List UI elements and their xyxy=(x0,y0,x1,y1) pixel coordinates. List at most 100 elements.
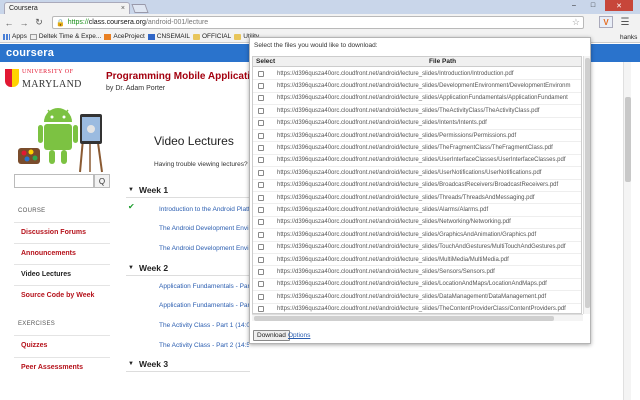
file-path: https://d396qusza40orc.cloudfront.net/an… xyxy=(277,169,542,176)
file-checkbox[interactable] xyxy=(258,107,264,114)
week-1-header[interactable]: ▼ Week 1 xyxy=(126,183,250,198)
dialog-horizontal-scrollbar-thumb[interactable] xyxy=(254,316,554,321)
page-scrollbar-thumb[interactable] xyxy=(625,97,631,182)
bookmark-cnsemail[interactable]: CNSEMAIL xyxy=(147,33,190,40)
bookmark-official[interactable]: OFFICIAL xyxy=(193,33,231,40)
week-2-header[interactable]: ▼ Week 2 xyxy=(126,261,250,276)
file-checkbox[interactable] xyxy=(258,70,264,77)
file-checkbox[interactable] xyxy=(258,269,264,276)
sidebar-item-peer-assessments[interactable]: Peer Assessments xyxy=(14,357,110,376)
minimize-icon[interactable]: – xyxy=(565,0,583,11)
options-link[interactable]: Options xyxy=(288,332,310,339)
lecture-link[interactable]: The Activity Class - Part 2 (14:5 xyxy=(159,342,249,349)
week-3-header[interactable]: ▼ Week 3 xyxy=(126,357,250,372)
lecture-link[interactable]: The Android Development Envir xyxy=(159,245,249,252)
lecture-link[interactable]: The Activity Class - Part 1 (14:0 xyxy=(159,322,249,329)
extension-icon[interactable]: V xyxy=(599,16,613,28)
page-scrollbar[interactable] xyxy=(623,62,631,400)
week-label: Week 2 xyxy=(138,263,169,273)
file-checkbox[interactable] xyxy=(258,293,264,300)
bookmark-deltek[interactable]: Deltek Time & Expe... xyxy=(29,33,101,40)
sidebar-item-discussion-forums[interactable]: Discussion Forums xyxy=(14,222,110,241)
back-arrow-icon[interactable]: ← xyxy=(3,17,15,29)
bookmark-label: AceProject xyxy=(113,33,145,40)
new-tab-button[interactable] xyxy=(131,4,149,13)
file-path: https://d396qusza40orc.cloudfront.net/an… xyxy=(277,256,509,263)
file-table-header: Select File Path xyxy=(253,57,581,67)
file-checkbox[interactable] xyxy=(258,169,264,176)
file-checkbox[interactable] xyxy=(258,306,264,313)
file-path: https://d396qusza40orc.cloudfront.net/an… xyxy=(277,83,571,90)
lock-icon: 🔒 xyxy=(56,19,65,27)
file-checkbox[interactable] xyxy=(258,194,264,201)
file-path: https://d396qusza40orc.cloudfront.net/an… xyxy=(277,157,566,164)
file-checkbox[interactable] xyxy=(258,157,264,164)
sidebar-item-video-lectures[interactable]: Video Lectures xyxy=(14,264,110,283)
file-path: https://d396qusza40orc.cloudfront.net/an… xyxy=(277,132,517,139)
file-row: https://d396qusza40orc.cloudfront.net/an… xyxy=(253,118,581,130)
file-checkbox[interactable] xyxy=(258,145,264,152)
folder-icon xyxy=(234,33,242,40)
file-checkbox[interactable] xyxy=(258,231,264,238)
file-row: https://d396qusza40orc.cloudfront.net/an… xyxy=(253,266,581,279)
forward-arrow-icon[interactable]: → xyxy=(18,17,30,29)
browser-tab[interactable]: Coursera × xyxy=(4,2,130,14)
bookmark-label: CNSEMAIL xyxy=(156,33,190,40)
browser-toolbar: ← → ↻ 🔒 https://class.coursera.org/andro… xyxy=(0,14,640,31)
week-label: Week 1 xyxy=(138,185,169,195)
file-checkbox[interactable] xyxy=(258,132,264,139)
lecture-link[interactable]: The Android Development Envir xyxy=(159,225,249,232)
file-row: https://d396qusza40orc.cloudfront.net/an… xyxy=(253,242,581,254)
file-checkbox[interactable] xyxy=(258,95,264,102)
reload-icon[interactable]: ↻ xyxy=(33,17,45,29)
file-checkbox[interactable] xyxy=(258,256,264,263)
lecture-link[interactable]: Introduction to the Android Platf xyxy=(159,206,249,213)
week-label: Week 3 xyxy=(138,359,169,369)
file-row: https://d396qusza40orc.cloudfront.net/an… xyxy=(253,180,581,192)
file-checkbox[interactable] xyxy=(258,207,264,214)
tab-close-icon[interactable]: × xyxy=(121,5,125,12)
dialog-vertical-scrollbar-thumb[interactable] xyxy=(585,58,590,308)
file-checkbox[interactable] xyxy=(258,281,264,288)
file-row: https://d396qusza40orc.cloudfront.net/an… xyxy=(253,254,581,267)
search-input[interactable] xyxy=(14,174,94,188)
lecture-link[interactable]: Application Fundamentals - Part xyxy=(159,302,249,309)
maximize-icon[interactable]: □ xyxy=(584,0,602,11)
bookmark-apps[interactable]: Apps xyxy=(3,33,27,40)
sidebar-item-quizzes[interactable]: Quizzes xyxy=(14,335,110,354)
bookmark-aceproject[interactable]: AceProject xyxy=(104,33,145,40)
url-path: /android-001/lecture xyxy=(145,19,209,26)
window-close-icon[interactable]: ✕ xyxy=(605,0,633,11)
url-domain: class.coursera.org xyxy=(88,19,146,26)
file-checkbox[interactable] xyxy=(258,182,264,189)
bookmarks-overflow[interactable]: hanks xyxy=(620,31,637,43)
download-button[interactable]: Download xyxy=(253,330,290,341)
dialog-horizontal-scrollbar[interactable] xyxy=(252,314,583,321)
file-checkbox[interactable] xyxy=(258,219,264,226)
blue-square-icon xyxy=(147,33,155,40)
tab-title: Coursera xyxy=(9,5,38,12)
file-path: https://d396qusza40orc.cloudfront.net/an… xyxy=(277,95,568,102)
file-path: https://d396qusza40orc.cloudfront.net/an… xyxy=(277,244,566,251)
university-logo[interactable]: UNIVERSITY OF MARYLAND xyxy=(5,69,97,93)
file-path: https://d396qusza40orc.cloudfront.net/an… xyxy=(277,269,495,276)
file-checkbox[interactable] xyxy=(258,83,264,90)
dialog-prompt: Select the files you would like to downl… xyxy=(254,42,378,49)
address-bar[interactable]: 🔒 https://class.coursera.org/android-001… xyxy=(52,16,584,29)
sidebar-item-source-code[interactable]: Source Code by Week xyxy=(14,285,110,304)
file-row: https://d396qusza40orc.cloudfront.net/an… xyxy=(253,304,581,313)
sidebar-item-announcements[interactable]: Announcements xyxy=(14,243,110,262)
file-row: https://d396qusza40orc.cloudfront.net/an… xyxy=(253,142,581,155)
file-checkbox[interactable] xyxy=(258,244,264,251)
bookmark-star-icon[interactable]: ☆ xyxy=(572,17,580,28)
search-icon[interactable]: Q xyxy=(94,174,110,188)
browser-menu-icon[interactable]: ☰ xyxy=(618,16,632,28)
dialog-vertical-scrollbar[interactable] xyxy=(583,56,590,314)
file-path: https://d396qusza40orc.cloudfront.net/an… xyxy=(277,231,537,238)
file-checkbox[interactable] xyxy=(258,120,264,127)
caret-down-icon: ▼ xyxy=(128,265,134,271)
coursera-logo[interactable]: coursera xyxy=(6,47,54,59)
lecture-link[interactable]: Application Fundamentals - Part xyxy=(159,283,249,290)
file-path: https://d396qusza40orc.cloudfront.net/an… xyxy=(277,194,535,201)
file-row: https://d396qusza40orc.cloudfront.net/an… xyxy=(253,192,581,205)
